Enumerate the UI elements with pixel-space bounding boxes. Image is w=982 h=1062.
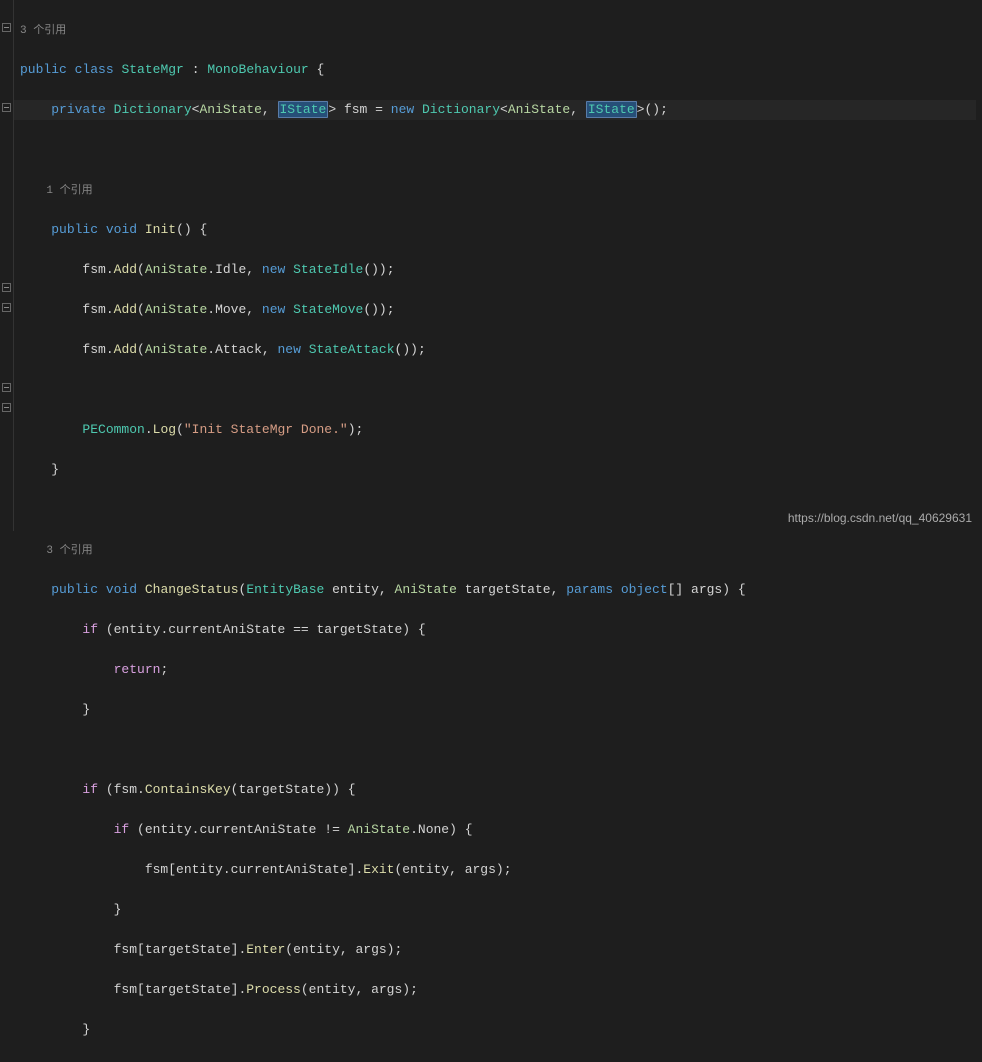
code-line: } xyxy=(20,460,976,480)
code-line: public void ChangeStatus(EntityBase enti… xyxy=(20,580,976,600)
code-line: if (entity.currentAniState == targetStat… xyxy=(20,620,976,640)
fold-toggle[interactable] xyxy=(2,283,11,292)
fold-toggle[interactable] xyxy=(2,23,11,32)
code-editor[interactable]: 3 个引用 public class StateMgr : MonoBehavi… xyxy=(0,0,982,531)
code-content[interactable]: 3 个引用 public class StateMgr : MonoBehavi… xyxy=(14,0,982,531)
highlighted-type: IState xyxy=(586,101,637,118)
code-line: } xyxy=(20,1060,976,1062)
code-line: fsm[targetState].Enter(entity, args); xyxy=(20,940,976,960)
code-line: return; xyxy=(20,660,976,680)
code-line: fsm.Add(AniState.Idle, new StateIdle()); xyxy=(20,260,976,280)
fold-toggle[interactable] xyxy=(2,103,11,112)
fold-toggle[interactable] xyxy=(2,303,11,312)
code-line: PECommon.Log("Init StateMgr Done."); xyxy=(20,420,976,440)
fold-gutter xyxy=(0,0,14,531)
code-line: fsm[entity.currentAniState].Exit(entity,… xyxy=(20,860,976,880)
codelens-class[interactable]: 3 个引用 xyxy=(20,20,976,40)
code-line: public void Init() { xyxy=(20,220,976,240)
highlighted-type: IState xyxy=(278,101,329,118)
fold-toggle[interactable] xyxy=(2,403,11,412)
fold-toggle[interactable] xyxy=(2,383,11,392)
code-line: if (entity.currentAniState != AniState.N… xyxy=(20,820,976,840)
code-line: public class StateMgr : MonoBehaviour { xyxy=(20,60,976,80)
codelens-change[interactable]: 3 个引用 xyxy=(20,540,976,560)
code-line-active: private Dictionary<AniState, IState> fsm… xyxy=(14,100,976,120)
codelens-init[interactable]: 1 个引用 xyxy=(20,180,976,200)
code-line: } xyxy=(20,900,976,920)
watermark-text: https://blog.csdn.net/qq_40629631 xyxy=(788,511,972,525)
code-line: fsm.Add(AniState.Attack, new StateAttack… xyxy=(20,340,976,360)
code-line: fsm[targetState].Process(entity, args); xyxy=(20,980,976,1000)
code-line: } xyxy=(20,1020,976,1040)
code-line: if (fsm.ContainsKey(targetState)) { xyxy=(20,780,976,800)
code-line: } xyxy=(20,700,976,720)
code-line: fsm.Add(AniState.Move, new StateMove()); xyxy=(20,300,976,320)
